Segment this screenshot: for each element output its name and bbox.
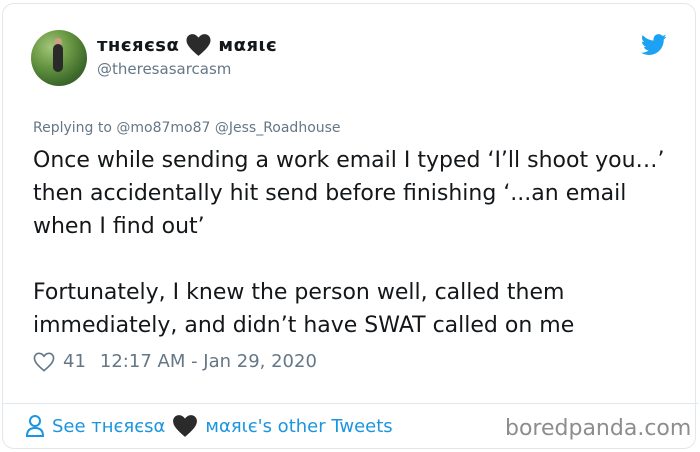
footer-link-prefix: See ᴛнєяєѕα bbox=[52, 415, 166, 437]
divider bbox=[2, 403, 698, 404]
timestamp[interactable]: 12:17 AM - Jan 29, 2020 bbox=[100, 351, 317, 372]
twitter-bird-icon[interactable] bbox=[641, 34, 667, 56]
see-other-tweets-link[interactable]: See ᴛнєяєѕα мαяιє's other Tweets bbox=[25, 414, 393, 438]
user-handle[interactable]: @theresasarcasm bbox=[97, 60, 231, 78]
heart-outline-icon[interactable] bbox=[33, 352, 55, 372]
replying-to[interactable]: Replying to @mo87mo87 @Jess_Roadhouse bbox=[33, 120, 341, 136]
tweet-meta: 41 12:17 AM - Jan 29, 2020 bbox=[33, 351, 317, 372]
avatar[interactable] bbox=[31, 30, 87, 86]
display-name-part1: ᴛнєяєѕα bbox=[97, 34, 180, 56]
person-icon bbox=[25, 415, 45, 437]
black-heart-icon bbox=[186, 34, 211, 56]
black-heart-icon bbox=[173, 415, 198, 437]
avatar-figure bbox=[53, 44, 63, 72]
tweet-text: Once while sending a work email I typed … bbox=[33, 148, 665, 338]
watermark: boredpanda.com bbox=[505, 416, 692, 441]
display-name[interactable]: ᴛнєяєѕα мαяιє bbox=[97, 33, 277, 57]
like-count[interactable]: 41 bbox=[63, 351, 86, 372]
footer-link-suffix: мαяιє's other Tweets bbox=[205, 415, 393, 437]
display-name-part2: мαяιє bbox=[218, 34, 278, 56]
